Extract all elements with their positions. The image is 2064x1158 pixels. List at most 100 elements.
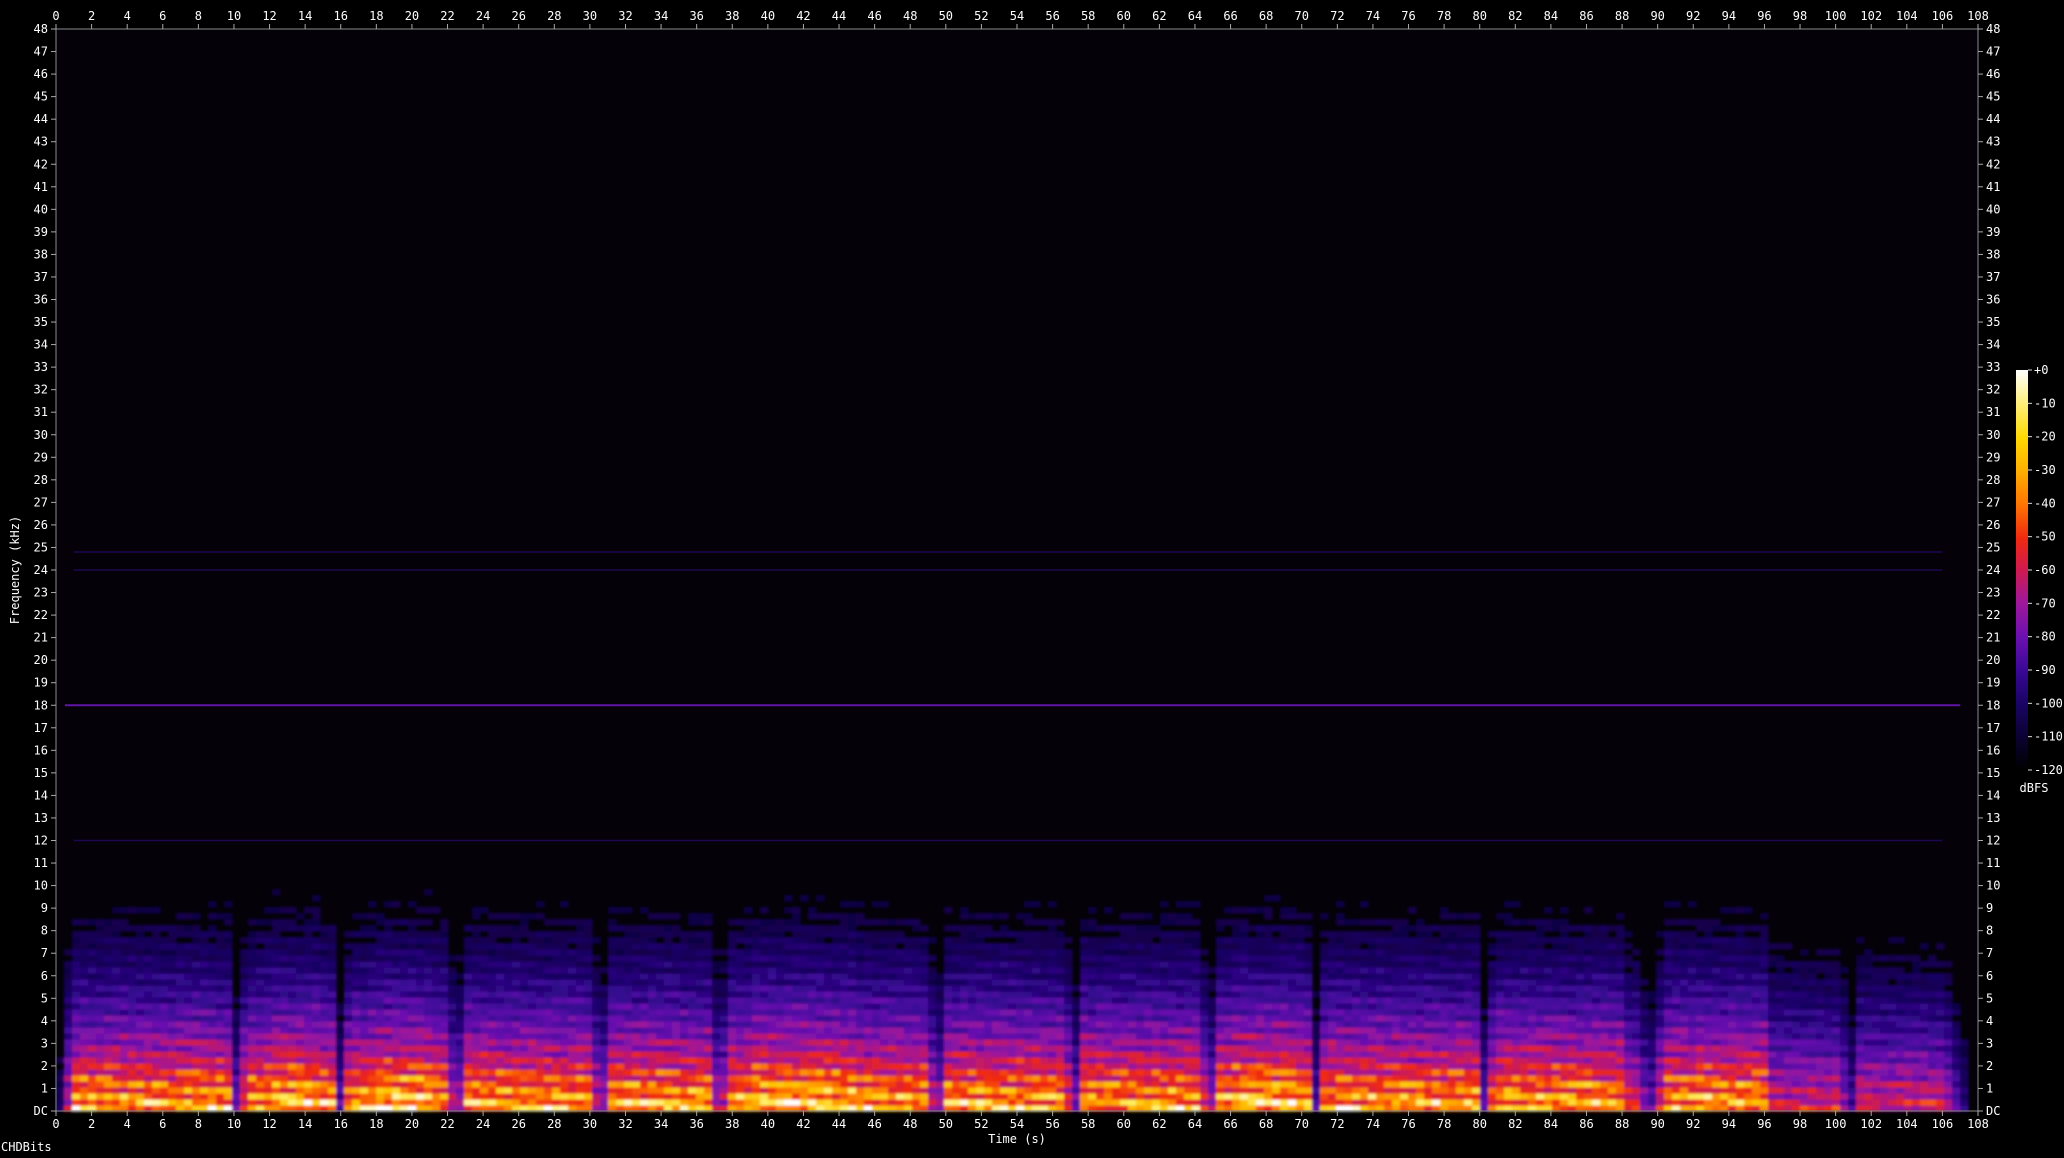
spectrogram-cell [944,937,953,944]
spectrogram-cell [1184,1093,1193,1100]
spectrogram-cell [864,937,873,944]
spectrogram-cell [920,961,929,968]
spectrogram-cell [472,997,481,1004]
spectrogram-cell [424,991,433,998]
spectrogram-cell [176,1015,185,1022]
spectrogram-cell [1128,955,1137,962]
spectrogram-cell [496,1063,505,1070]
spectrogram-cell [1080,1075,1089,1082]
spectrogram-cell [960,1009,969,1016]
spectrogram-cell [1120,1039,1129,1046]
spectrogram-cell [304,925,313,932]
spectrogram-cell [664,979,673,986]
spectrogram-cell [192,1075,201,1082]
spectrogram-cell [1000,955,1009,962]
spectrogram-cell [520,913,529,920]
spectrogram-cell [544,1057,553,1064]
spectrogram-cell [496,1009,505,1016]
spectrogram-cell [1312,1009,1321,1016]
spectrogram-cell [240,967,249,974]
spectrogram-cell [1168,1015,1177,1022]
spectrogram-cell [1216,955,1225,962]
spectrogram-cell [224,991,233,998]
spectrogram-cell [880,1087,889,1094]
spectrogram-cell [504,1003,513,1010]
spectrogram-cell [560,901,569,908]
spectrogram-cell [1352,1075,1361,1082]
spectrogram-cell [72,1015,81,1022]
spectrogram-cell [1272,991,1281,998]
spectrogram-cell [904,967,913,974]
spectrogram-cell [1248,1027,1257,1034]
spectrogram-cell [1104,1045,1113,1052]
spectrogram-cell [1056,937,1065,944]
spectrogram-cell [912,1063,921,1070]
spectrogram-cell [1040,1087,1049,1094]
spectrogram-cell [312,1057,321,1064]
spectrogram-cell [136,1075,145,1082]
spectrogram-cell [544,1075,553,1082]
spectrogram-cell [624,961,633,968]
spectrogram-cell [920,979,929,986]
spectrogram-cell [568,1063,577,1070]
spectrogram-cell [440,1069,449,1076]
spectrogram-cell [864,997,873,1004]
spectrogram-cell [424,1021,433,1028]
spectrogram-cell [248,1081,257,1088]
spectrogram-cell [656,967,665,974]
spectrogram-cell [496,973,505,980]
spectrogram-cell [1208,1027,1217,1034]
spectrogram-cell [648,1087,657,1094]
spectrogram-cell [1168,931,1177,938]
spectrogram-cell [680,997,689,1004]
spectrogram-cell [464,991,473,998]
spectrogram-cell [272,973,281,980]
spectrogram-cell [312,907,321,914]
spectrogram-cell [624,937,633,944]
spectrogram-cell [416,997,425,1004]
spectrogram-cell [440,1021,449,1028]
spectrogram-cell [1032,931,1041,938]
spectrogram-cell [168,973,177,980]
spectrogram-cell [816,943,825,950]
spectrogram-cell [1248,1057,1257,1064]
spectrogram-cell [96,961,105,968]
spectrogram-cell [552,1093,561,1100]
spectrogram-cell [760,937,769,944]
spectrogram-cell [408,1021,417,1028]
spectrogram-cell [288,985,297,992]
spectrogram-cell [192,997,201,1004]
spectrogram-cell [96,943,105,950]
spectrogram-cell [1016,913,1025,920]
spectrogram-cell [1192,901,1201,908]
spectrogram-cell [72,1069,81,1076]
spectrogram-cell [896,991,905,998]
spectrogram-cell [1008,1033,1017,1040]
spectrogram-cell [520,925,529,932]
spectrogram-cell [1040,1039,1049,1046]
spectrogram-cell [1280,1087,1289,1094]
spectrogram-cell [688,985,697,992]
spectrogram-cell [720,1069,729,1076]
spectrogram-cell [1064,1099,1073,1106]
spectrogram-cell [784,1033,793,1040]
spectrogram-cell [1120,1087,1129,1094]
spectrogram-cell [616,1093,625,1100]
spectrogram-cell [768,1027,777,1034]
spectrogram-cell [832,1069,841,1076]
spectrogram-cell [760,1045,769,1052]
spectrogram-cell [1056,1075,1065,1082]
spectrogram-cell [456,1051,465,1058]
spectrogram-cell [736,1075,745,1082]
spectrogram-cell [80,1051,89,1058]
spectrogram-cell [1112,985,1121,992]
spectrogram-cell [776,1051,785,1058]
spectrogram-cell [1088,919,1097,926]
spectrogram-cell [112,1003,121,1010]
spectrogram-cell [1240,997,1249,1004]
spectrogram-cell [576,1051,585,1058]
spectrogram-cell [1336,919,1345,926]
spectrogram-cell [288,991,297,998]
spectrogram-cell [520,1063,529,1070]
spectrogram-cell [200,1039,209,1046]
